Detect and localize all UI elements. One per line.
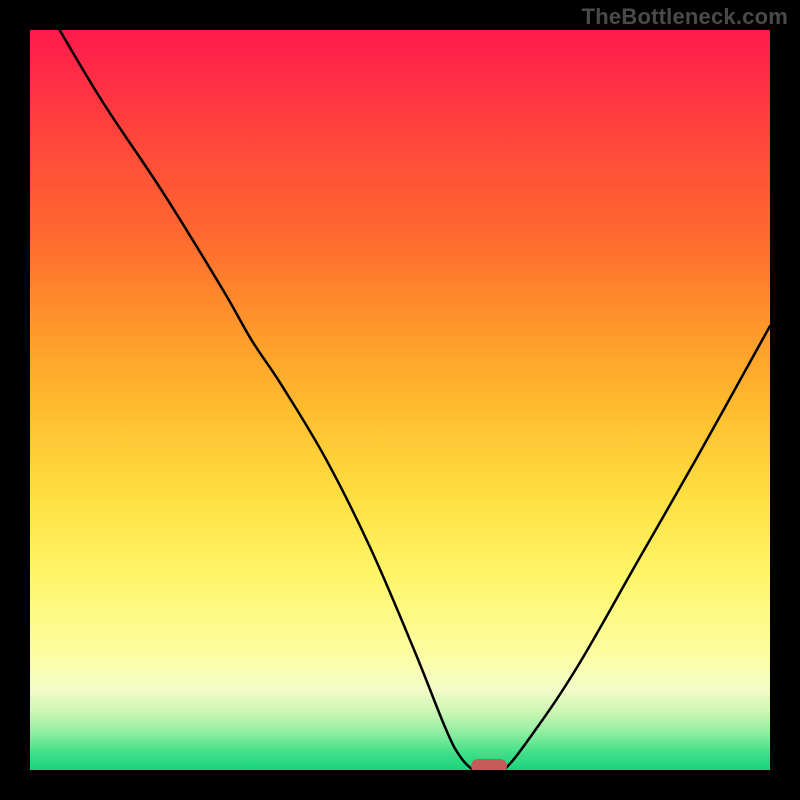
curve-svg [30,30,770,770]
watermark-text: TheBottleneck.com [582,4,788,30]
plot-area [30,30,770,770]
bottleneck-curve [60,30,770,770]
optimal-marker [471,759,507,770]
chart-frame: TheBottleneck.com [0,0,800,800]
